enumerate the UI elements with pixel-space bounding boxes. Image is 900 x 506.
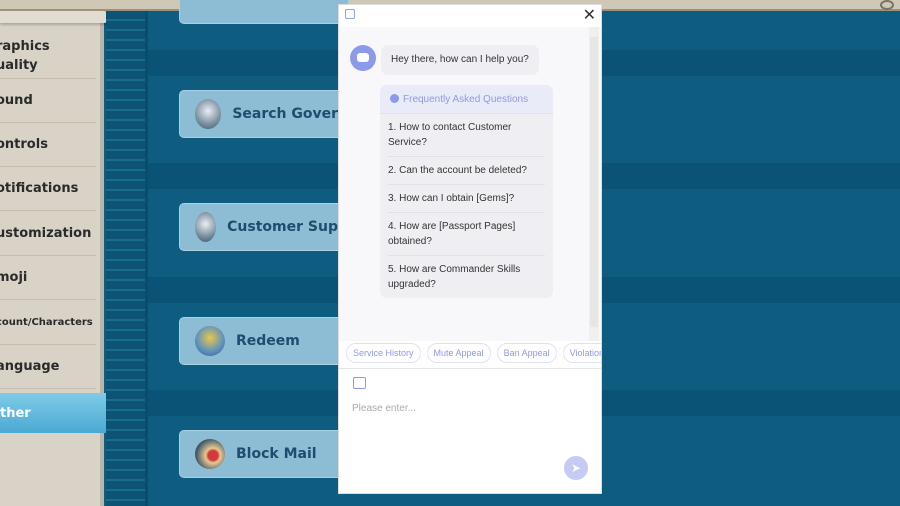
greeting-message: Hey there, how can I help you? xyxy=(381,45,539,75)
sidebar-item-label: ustomization xyxy=(0,225,92,241)
chip-mute-appeal[interactable]: Mute Appeal xyxy=(426,343,491,363)
chip-ban-appeal[interactable]: Ban Appeal xyxy=(496,343,557,363)
button-label: Customer Supp xyxy=(227,219,348,235)
sidebar-item-label: anguage xyxy=(0,359,60,374)
sidebar-item-language[interactable]: anguage xyxy=(0,345,96,389)
faq-title-text: Frequently Asked Questions xyxy=(403,94,529,105)
sidebar-item-label: otifications xyxy=(0,181,79,196)
faq-title: Frequently Asked Questions xyxy=(380,85,553,114)
support-icon xyxy=(195,212,217,242)
mail-icon xyxy=(195,439,225,469)
sidebar-item-account-characters[interactable]: count/Characters xyxy=(0,300,96,345)
scrollbar[interactable] xyxy=(589,27,599,341)
bot-avatar xyxy=(350,45,376,71)
brand-logo-icon xyxy=(345,9,355,19)
faq-item[interactable]: 1. How to contact Customer Service? xyxy=(388,114,545,157)
chat-messages: Hey there, how can I help you? Frequentl… xyxy=(339,27,601,341)
sidebar-item-other[interactable]: ther xyxy=(0,393,116,433)
faq-item[interactable]: 3. How can I obtain [Gems]? xyxy=(388,185,545,213)
chip-service-history[interactable]: Service History xyxy=(346,343,421,363)
sidebar-item-label: ther xyxy=(0,405,31,421)
partial-button[interactable] xyxy=(179,0,349,24)
send-button[interactable]: ➤ xyxy=(564,456,588,480)
button-label: Search Govern xyxy=(232,106,348,122)
divider xyxy=(339,368,601,369)
faq-item[interactable]: 5. How are Commander Skills upgraded? xyxy=(388,256,545,298)
ring-icon xyxy=(880,0,894,10)
faq-item[interactable]: 2. Can the account be deleted? xyxy=(388,157,545,185)
gift-icon xyxy=(195,326,225,356)
search-governor-icon xyxy=(195,99,222,129)
info-icon xyxy=(390,94,399,103)
button-label: Redeem xyxy=(236,333,300,349)
faq-item[interactable]: 4. How are [Passport Pages] obtained? xyxy=(388,213,545,256)
sidebar-item-sound[interactable]: ound xyxy=(0,79,96,123)
sidebar-item-label: moji xyxy=(0,270,28,285)
faq-card: Frequently Asked Questions 1. How to con… xyxy=(380,85,553,298)
message-input[interactable] xyxy=(352,403,587,453)
image-upload-icon[interactable] xyxy=(353,377,366,389)
sidebar-item-controls[interactable]: ontrols xyxy=(0,123,96,167)
chat-header: ✕ xyxy=(339,5,601,27)
button-label: Block Mail xyxy=(236,446,317,462)
support-chat-window: ✕ Hey there, how can I help you? Frequen… xyxy=(338,4,602,494)
sidebar-item-label: raphics uality xyxy=(0,38,50,73)
sidebar-item-label: ound xyxy=(0,93,33,108)
sidebar-item-label: count/Characters xyxy=(0,316,93,328)
sidebar-item-graphics-quality[interactable]: raphics uality xyxy=(0,33,96,79)
chip-violation-report[interactable]: Violation R xyxy=(562,343,601,363)
redeem-button[interactable]: Redeem xyxy=(179,317,349,365)
sidebar-item-notifications[interactable]: otifications xyxy=(0,167,96,211)
greek-key-border xyxy=(106,11,148,506)
sidebar-item-customization[interactable]: ustomization xyxy=(0,211,96,256)
block-mail-button[interactable]: Block Mail xyxy=(179,430,349,478)
quick-reply-chips: Service History Mute Appeal Ban Appeal Viol… xyxy=(346,343,601,363)
customer-support-button[interactable]: Customer Supp xyxy=(179,203,349,251)
sidebar-item-label: ontrols xyxy=(0,137,48,152)
sidebar-item-emoji[interactable]: moji xyxy=(0,256,96,300)
sidebar-cap xyxy=(0,11,110,23)
search-governor-button[interactable]: Search Govern xyxy=(179,90,349,138)
scrollbar-thumb[interactable] xyxy=(590,37,598,327)
close-icon[interactable]: ✕ xyxy=(583,5,596,25)
